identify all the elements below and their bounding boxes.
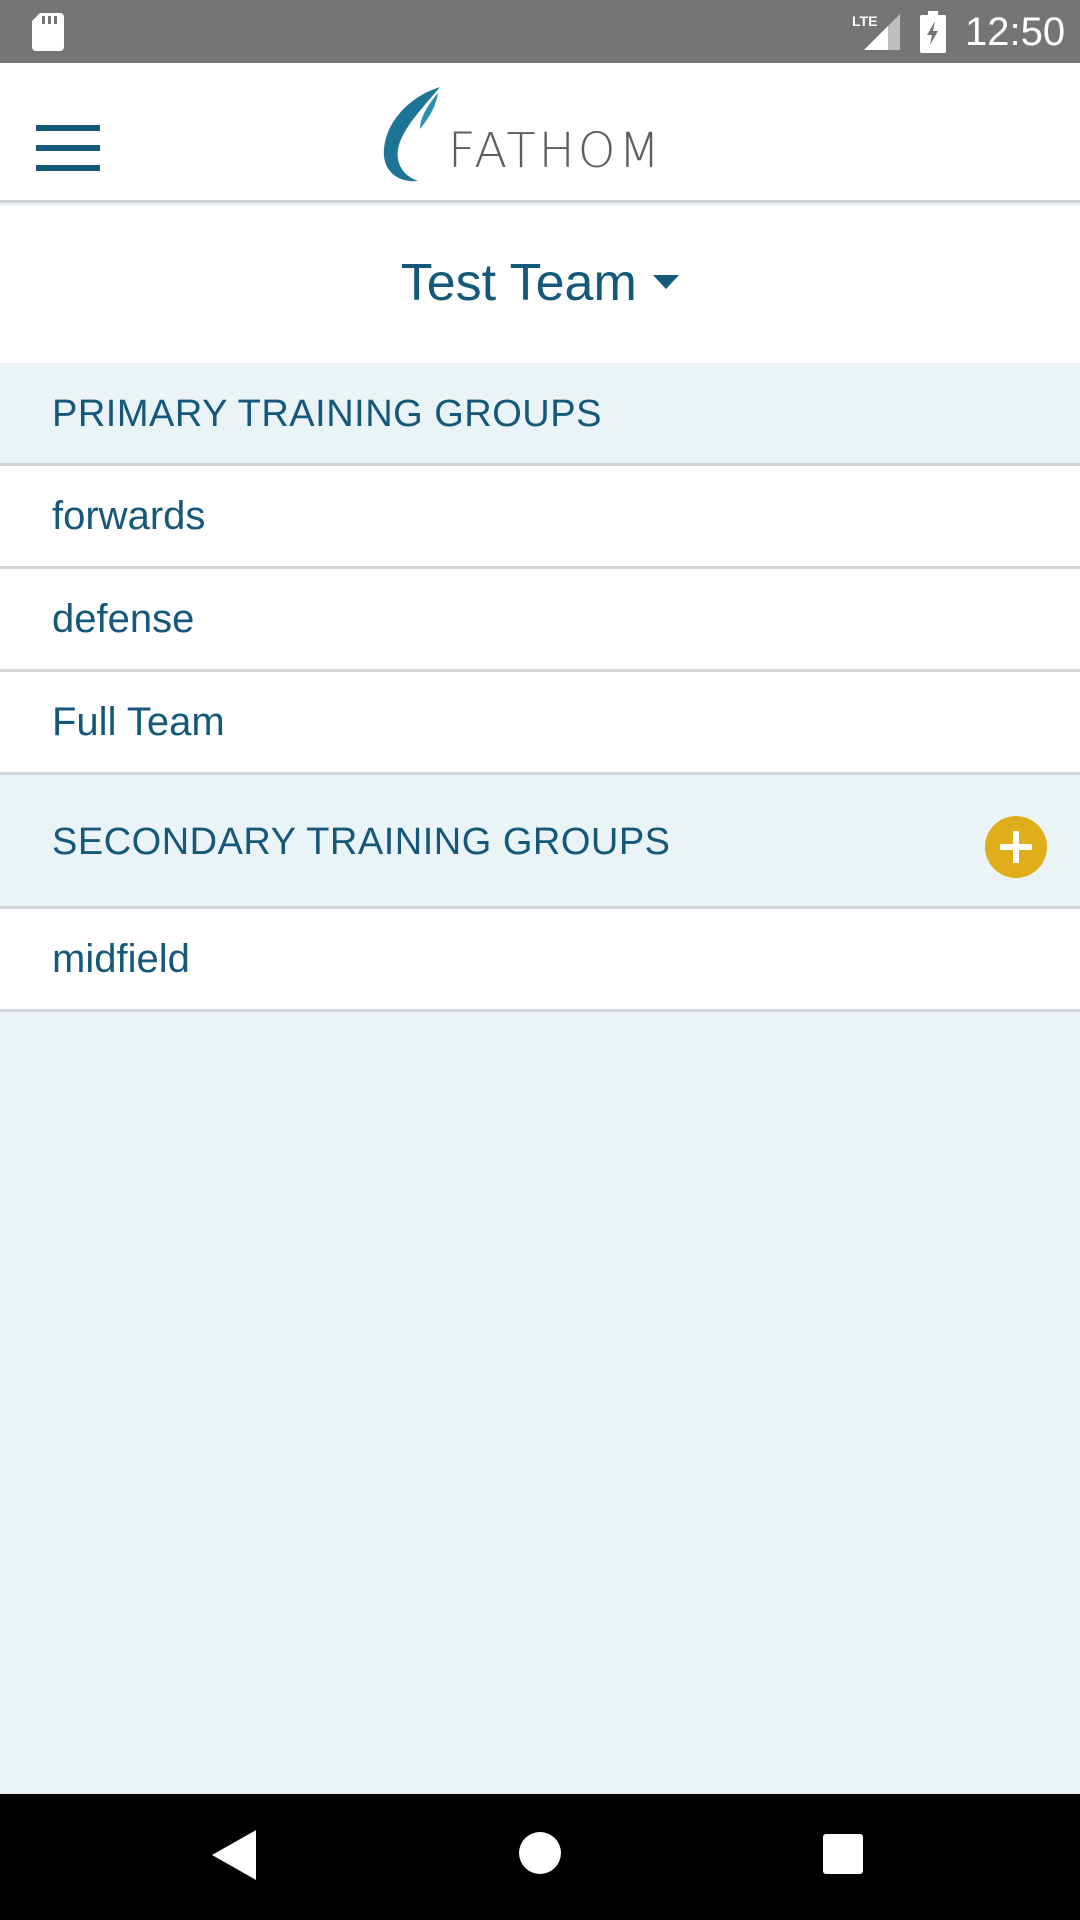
list-item-defense[interactable]: defense (0, 569, 1080, 672)
caret-down-icon (653, 275, 680, 289)
team-name: Test Team (400, 254, 637, 312)
list-item-label: defense (52, 597, 195, 641)
system-nav-bar (0, 1794, 1080, 1920)
team-selector-dropdown[interactable]: Test Team (0, 248, 1080, 318)
secondary-groups-header: SECONDARY TRAINING GROUPS (0, 775, 1080, 909)
lte-signal-icon: LTE (852, 13, 900, 50)
app-bar: FATHOM (0, 63, 1080, 203)
home-circle-icon[interactable] (518, 1831, 562, 1875)
list-item-label: Full Team (52, 700, 225, 744)
list-item-forwards[interactable]: forwards (0, 466, 1080, 569)
list-item-label: forwards (52, 494, 206, 538)
fathom-logo-icon (383, 87, 440, 182)
svg-text:LTE: LTE (852, 13, 877, 29)
list-item-label: midfield (52, 937, 190, 981)
status-bar: LTE 12:50 (0, 0, 1080, 63)
team-bar: Test Team (0, 206, 1080, 363)
list-item-midfield[interactable]: midfield (0, 909, 1080, 1012)
brand-name: FATHOM (448, 123, 663, 179)
hamburger-menu-icon[interactable] (36, 125, 100, 171)
recent-square-icon[interactable] (823, 1834, 863, 1874)
primary-groups-title: PRIMARY TRAINING GROUPS (52, 393, 602, 435)
primary-groups-header: PRIMARY TRAINING GROUPS (0, 363, 1080, 466)
secondary-groups-title: SECONDARY TRAINING GROUPS (52, 821, 671, 863)
status-time: 12:50 (965, 10, 1066, 54)
add-group-button[interactable] (984, 815, 1048, 879)
back-triangle-icon[interactable] (212, 1830, 256, 1880)
sd-card-icon (32, 13, 64, 51)
list-item-full-team[interactable]: Full Team (0, 672, 1080, 775)
battery-charging-icon (920, 11, 946, 53)
